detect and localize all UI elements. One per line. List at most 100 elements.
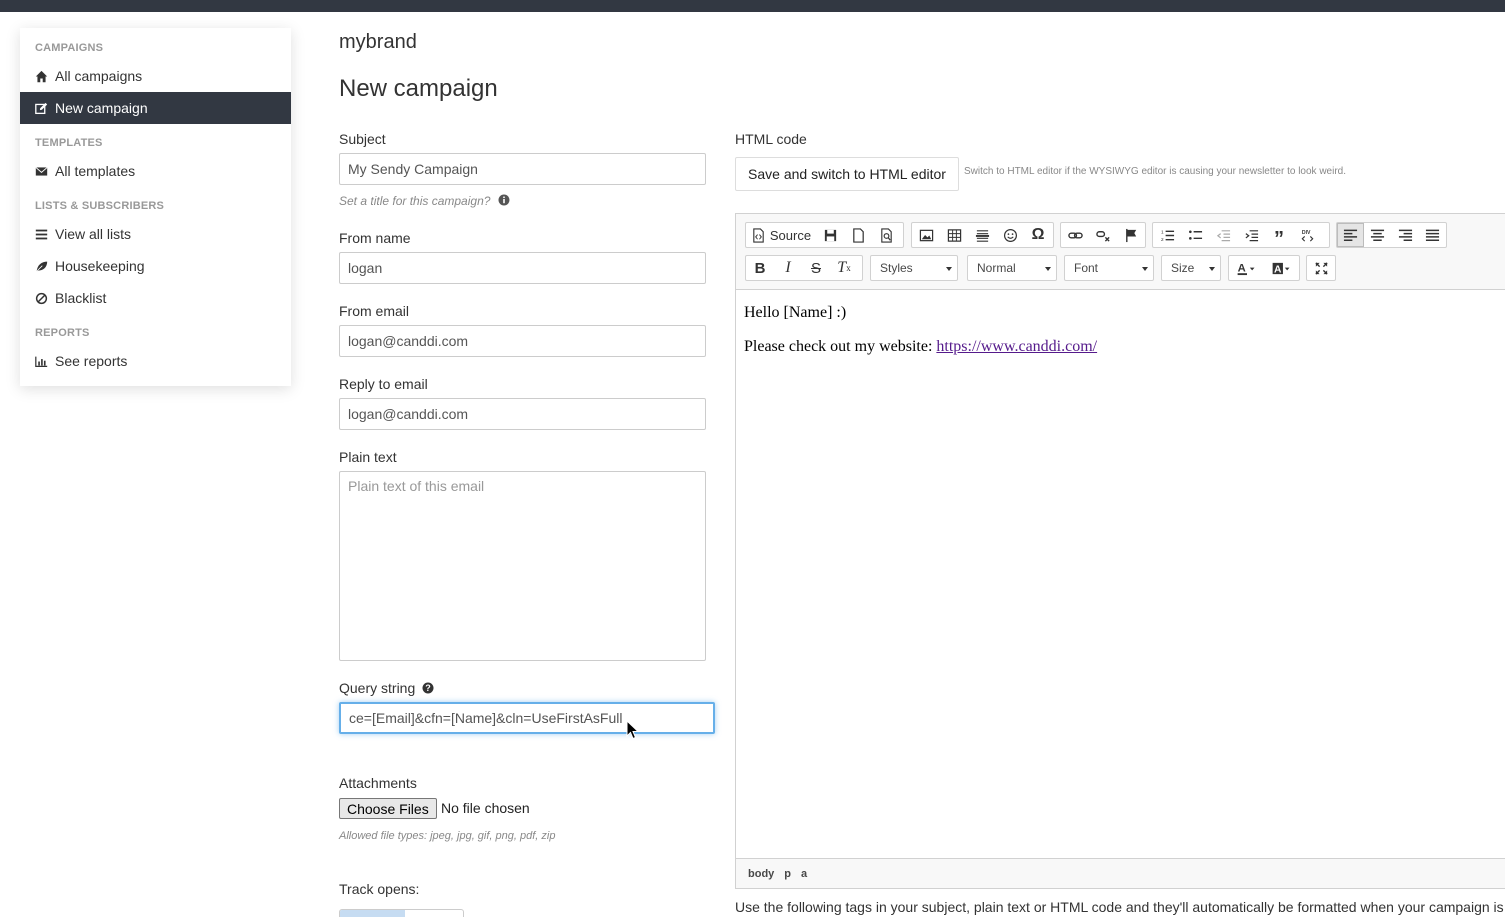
toolbar-group-tools <box>1306 255 1336 281</box>
sidebar-heading-templates: TEMPLATES <box>35 137 103 149</box>
leaf-icon <box>36 261 48 272</box>
svg-text:2: 2 <box>1160 237 1163 242</box>
align-left-icon[interactable] <box>1337 223 1365 247</box>
file-status: No file chosen <box>441 800 530 816</box>
sidebar-item-blacklist[interactable]: Blacklist <box>20 282 291 314</box>
svg-text:1: 1 <box>1160 229 1163 234</box>
align-center-icon[interactable] <box>1364 223 1391 247</box>
svg-text:?: ? <box>425 683 431 693</box>
reply-to-input[interactable] <box>339 398 706 430</box>
background-color-icon[interactable]: A <box>1265 256 1299 280</box>
smiley-icon[interactable] <box>996 223 1024 247</box>
subject-input[interactable] <box>339 153 706 185</box>
track-opens-label: Track opens: <box>339 881 420 897</box>
text-color-icon[interactable]: A <box>1229 256 1265 280</box>
save-icon[interactable] <box>816 223 844 247</box>
from-email-input[interactable] <box>339 325 706 357</box>
align-justify-icon[interactable] <box>1419 223 1446 247</box>
new-page-icon[interactable] <box>844 223 872 247</box>
chevron-down-icon <box>1142 267 1148 271</box>
page-title: New campaign <box>339 75 498 102</box>
home-icon <box>35 70 48 82</box>
track-opens-toggle[interactable] <box>339 909 464 917</box>
info-icon <box>498 194 510 206</box>
image-icon[interactable] <box>912 223 940 247</box>
table-icon[interactable] <box>940 223 968 247</box>
question-icon: ? <box>422 682 434 694</box>
sidebar-item-all-campaigns[interactable]: All campaigns <box>20 60 291 92</box>
sidebar-heading-campaigns: CAMPAIGNS <box>35 42 104 54</box>
toolbar-group-insert: Ω <box>911 222 1054 248</box>
attachments-label: Attachments <box>339 775 417 791</box>
switch-html-editor-button[interactable]: Save and switch to HTML editor <box>735 157 959 191</box>
special-char-icon[interactable]: Ω <box>1024 223 1052 247</box>
brand-name: mybrand <box>339 31 417 53</box>
strikethrough-icon[interactable]: S <box>802 256 830 280</box>
sidebar-item-new-campaign[interactable]: New campaign <box>20 92 291 124</box>
sidebar: CAMPAIGNS All campaigns New campaign TEM… <box>20 28 291 386</box>
blockquote-icon[interactable]: ” <box>1265 223 1293 250</box>
envelope-icon <box>35 166 48 176</box>
toolbar-group-align <box>1336 222 1447 248</box>
bullet-list-icon[interactable] <box>1181 223 1209 247</box>
reply-to-label: Reply to email <box>339 376 428 392</box>
toolbar-group-document: Source <box>745 222 904 248</box>
editor-toolbar: Source Ω 12 ” DIV B I S T x Styles Norma… <box>736 214 1505 290</box>
subject-label: Subject <box>339 131 386 147</box>
toolbar-group-paragraph: 12 ” DIV <box>1152 222 1330 250</box>
styles-dropdown[interactable]: Styles <box>870 255 958 281</box>
wysiwyg-editor: Source Ω 12 ” DIV B I S T x Styles Norma… <box>735 213 1505 889</box>
edit-icon <box>35 102 48 114</box>
sidebar-heading-reports: REPORTS <box>35 327 90 339</box>
query-string-input[interactable] <box>339 702 715 734</box>
source-button[interactable]: Source <box>746 223 816 247</box>
ban-icon <box>35 292 48 304</box>
attachments-help: Allowed file types: jpeg, jpg, gif, png,… <box>339 830 556 842</box>
plain-text-textarea[interactable] <box>339 471 706 661</box>
top-bar <box>0 0 1505 12</box>
link-icon[interactable] <box>1061 223 1089 247</box>
format-dropdown[interactable]: Normal <box>967 255 1057 281</box>
source-icon <box>753 227 764 243</box>
align-right-icon[interactable] <box>1392 223 1419 247</box>
website-paragraph: Please check out my website: https://www… <box>744 338 1098 355</box>
svg-text:A: A <box>1238 262 1246 274</box>
preview-icon[interactable] <box>872 223 900 247</box>
sidebar-item-all-templates[interactable]: All templates <box>20 155 291 187</box>
sidebar-item-housekeeping[interactable]: Housekeeping <box>20 250 291 282</box>
chevron-down-icon <box>1045 267 1051 271</box>
path-p[interactable]: p <box>784 868 791 880</box>
font-dropdown[interactable]: Font <box>1064 255 1154 281</box>
plain-text-label: Plain text <box>339 449 397 465</box>
greeting-paragraph: Hello [Name] :) <box>744 304 847 321</box>
chevron-down-icon <box>1209 267 1215 271</box>
track-opens-toggle-on <box>340 910 405 917</box>
sidebar-item-see-reports[interactable]: See reports <box>20 345 291 377</box>
sidebar-item-view-all-lists[interactable]: View all lists <box>20 218 291 250</box>
editor-path-bar: body p a <box>736 858 1505 888</box>
italic-icon[interactable]: I <box>774 256 802 280</box>
choose-files-button[interactable]: Choose Files <box>339 798 437 819</box>
bold-icon[interactable]: B <box>746 256 774 280</box>
size-dropdown[interactable]: Size <box>1161 255 1221 281</box>
website-link[interactable]: https://www.canddi.com/ <box>936 338 1097 355</box>
indent-icon[interactable] <box>1237 223 1265 247</box>
svg-text:A: A <box>1274 264 1282 275</box>
html-code-label: HTML code <box>735 131 807 147</box>
path-a[interactable]: a <box>801 868 807 880</box>
from-name-label: From name <box>339 230 411 246</box>
svg-text:DIV: DIV <box>1301 230 1310 236</box>
div-container-icon[interactable]: DIV <box>1293 223 1321 247</box>
remove-format-icon[interactable]: Tx <box>830 256 858 280</box>
outdent-icon[interactable] <box>1209 223 1237 247</box>
horizontal-line-icon[interactable] <box>968 223 996 247</box>
unlink-icon[interactable] <box>1089 223 1117 247</box>
toolbar-group-links <box>1060 222 1146 248</box>
maximize-icon[interactable] <box>1307 256 1335 280</box>
path-body[interactable]: body <box>748 868 774 880</box>
chevron-down-icon <box>946 267 952 271</box>
numbered-list-icon[interactable]: 12 <box>1153 223 1181 247</box>
editor-content[interactable]: Hello [Name] :) Please check out my webs… <box>744 304 1097 372</box>
from-name-input[interactable] <box>339 252 706 284</box>
anchor-flag-icon[interactable] <box>1117 223 1145 247</box>
